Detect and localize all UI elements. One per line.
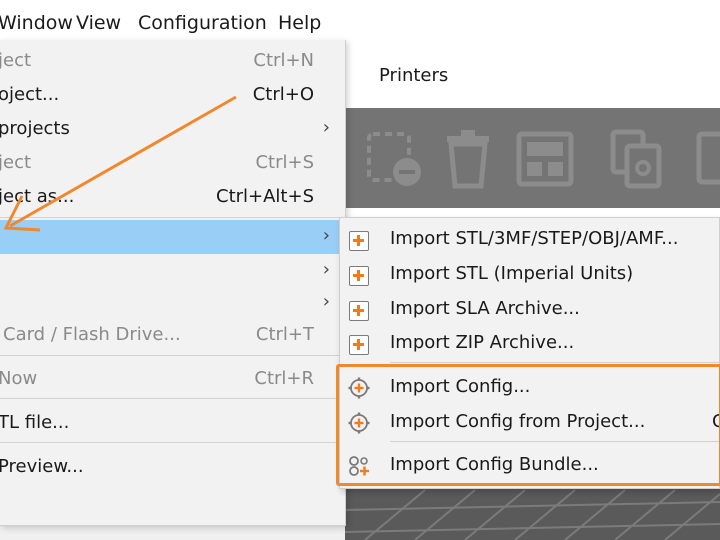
tab-printers[interactable]: Printers: [379, 64, 448, 88]
menu-separator: [0, 217, 344, 218]
import-submenu: Import STL/3MF/STEP/OBJ/AMF... Import ST…: [339, 217, 720, 489]
menu-item-import-zip-archive[interactable]: Import ZIP Archive...: [340, 326, 720, 360]
chevron-right-icon: ›: [322, 259, 330, 280]
bed-grid: [344, 489, 720, 540]
menu-item-open-project[interactable]: oject... Ctrl+O: [0, 78, 344, 112]
menu-item-import-sla-archive[interactable]: Import SLA Archive...: [340, 292, 720, 326]
menu-item-import-stl-imperial[interactable]: Import STL (Imperial Units): [340, 257, 720, 291]
menu-item-recent-projects[interactable]: projects ›: [0, 112, 344, 146]
menu-item-repair-stl[interactable]: TL file...: [0, 406, 344, 440]
menu-item-new-project[interactable]: ject Ctrl+N: [0, 44, 344, 78]
menu-configuration[interactable]: Configuration: [138, 10, 267, 36]
arrange-icon[interactable]: [363, 128, 427, 190]
menu-item-convert[interactable]: ›: [0, 286, 344, 320]
plus-icon: [349, 231, 369, 251]
menu-item-save-project[interactable]: ject Ctrl+S: [0, 146, 344, 180]
menu-item-import[interactable]: ›: [0, 220, 344, 254]
plus-icon: [349, 301, 369, 321]
plater-toolbar: [345, 108, 720, 208]
copy-icon[interactable]: [607, 128, 667, 190]
menu-bar: Window View Configuration Help: [0, 0, 720, 44]
menu-item-export-sd-card[interactable]: Card / Flash Drive... Ctrl+T: [0, 318, 344, 352]
menu-item-reload-now[interactable]: Now Ctrl+R: [0, 362, 344, 396]
chevron-right-icon: ›: [322, 225, 330, 246]
config-bundle-icon: [349, 456, 369, 476]
menu-separator: [0, 442, 344, 443]
menu-item-gcode-preview[interactable]: Preview...: [0, 450, 344, 484]
menu-separator: [390, 441, 720, 442]
menu-item-import-config[interactable]: Import Config...: [340, 370, 720, 404]
gear-plus-icon: [348, 377, 370, 399]
menu-item-export[interactable]: ›: [0, 254, 344, 288]
menu-separator: [0, 398, 344, 399]
chevron-right-icon: ›: [322, 117, 330, 138]
menu-item-import-config-bundle[interactable]: Import Config Bundle...: [340, 448, 720, 482]
layout-icon[interactable]: [515, 128, 577, 190]
menu-window[interactable]: Window: [0, 10, 73, 36]
paste-icon[interactable]: [695, 128, 720, 190]
menu-view[interactable]: View: [76, 10, 121, 36]
file-menu-dropdown: ject Ctrl+N oject... Ctrl+O projects › j…: [0, 40, 346, 526]
chevron-right-icon: ›: [322, 291, 330, 312]
menu-help[interactable]: Help: [278, 10, 321, 36]
menu-separator: [390, 362, 720, 363]
menu-item-import-stl-3mf[interactable]: Import STL/3MF/STEP/OBJ/AMF...: [340, 222, 720, 256]
menu-separator: [0, 355, 344, 356]
3d-viewport[interactable]: [344, 480, 720, 540]
delete-icon[interactable]: [443, 128, 493, 190]
plus-icon: [349, 266, 369, 286]
plus-icon: [349, 335, 369, 355]
menu-item-import-config-from-project[interactable]: Import Config from Project... C: [340, 405, 720, 439]
gear-plus-icon: [348, 412, 370, 434]
menu-item-save-project-as[interactable]: ject as... Ctrl+Alt+S: [0, 180, 344, 214]
